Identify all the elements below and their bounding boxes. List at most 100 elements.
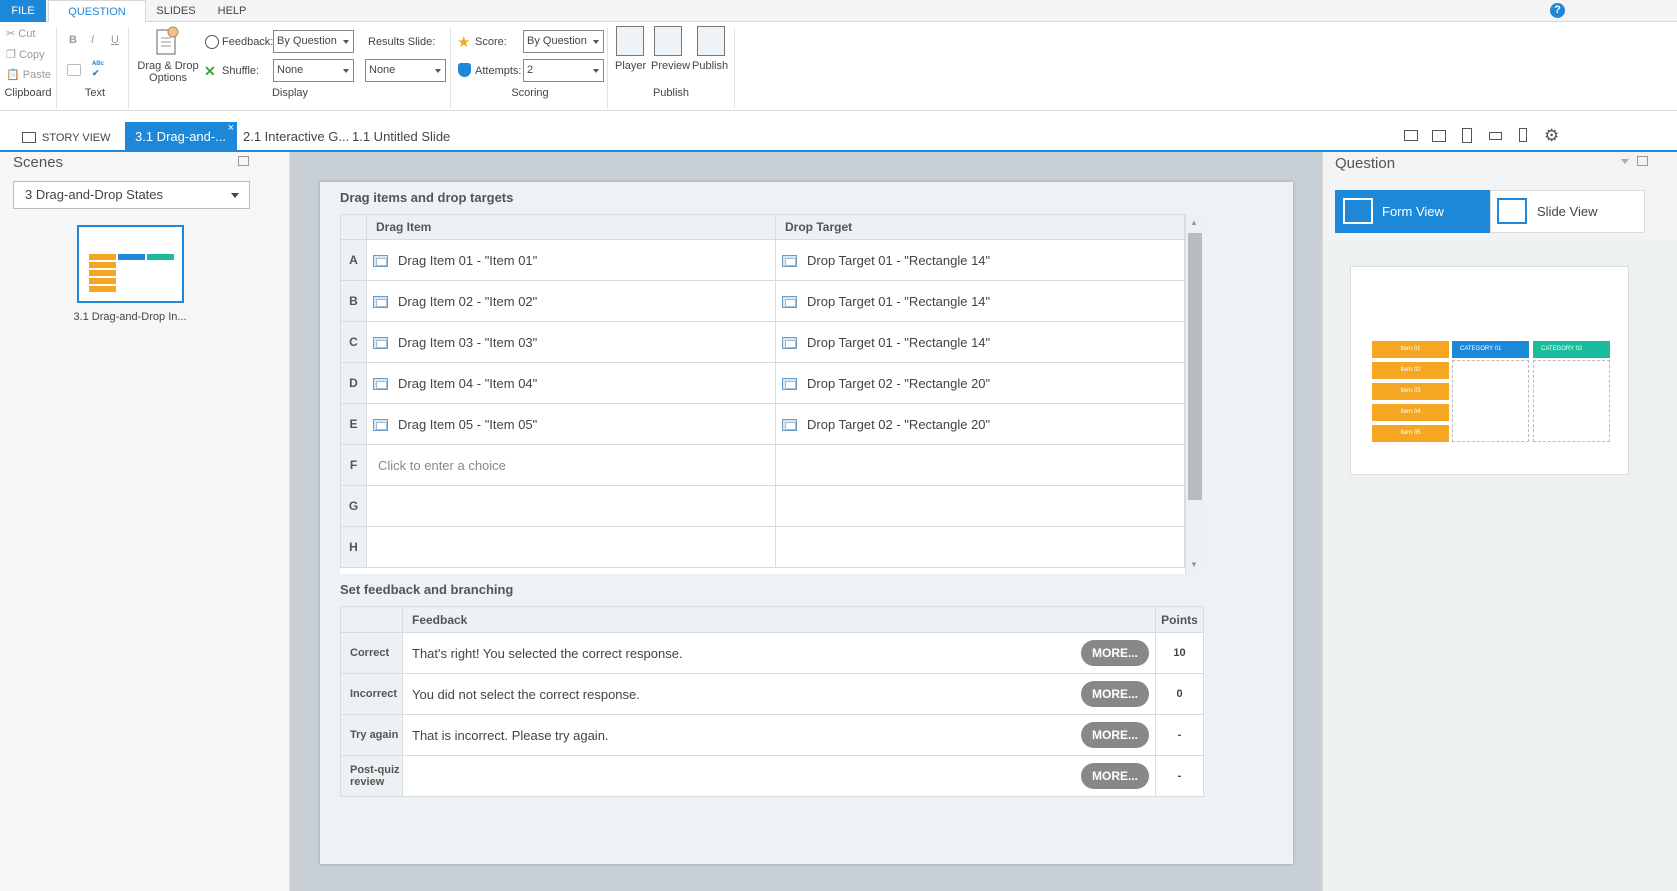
score-dropdown[interactable]: By Question [523, 30, 604, 53]
slide-preview[interactable]: Item 01 Item 02 Item 03 Item 04 Item 05 … [1350, 266, 1629, 475]
player-button[interactable]: Player [615, 60, 646, 72]
slide-object-icon [373, 378, 388, 391]
help-icon[interactable]: ? [1550, 3, 1565, 18]
more-button[interactable]: MORE... [1081, 681, 1149, 707]
menu-question[interactable]: QUESTION [48, 0, 146, 23]
table-row[interactable]: E Drag Item 05 - "Item 05" Drop Target 0… [340, 403, 1185, 445]
more-button[interactable]: MORE... [1081, 722, 1149, 748]
tab-slide-2-1[interactable]: 2.1 Interactive G... [243, 122, 349, 152]
table-row[interactable]: Incorrect You did not select the correct… [340, 673, 1204, 715]
tablet-portrait-icon[interactable] [1462, 128, 1472, 143]
drop-target-cell[interactable]: Drop Target 02 - "Rectangle 20" [775, 362, 1185, 404]
table-row[interactable]: Post-quiz review MORE... - [340, 755, 1204, 797]
points-cell[interactable]: 0 [1155, 673, 1204, 715]
row-letter: A [340, 239, 367, 281]
drop-target-cell[interactable]: Drop Target 01 - "Rectangle 14" [775, 321, 1185, 363]
points-cell[interactable]: - [1155, 714, 1204, 756]
drop-target-cell[interactable]: Drop Target 01 - "Rectangle 14" [775, 280, 1185, 322]
drag-item-cell[interactable]: Drag Item 04 - "Item 04" [366, 362, 776, 404]
drag-drop-options-icon[interactable] [153, 26, 181, 58]
table-row[interactable]: A Drag Item 01 - "Item 01" Drop Target 0… [340, 239, 1185, 281]
slide-object-icon [373, 255, 388, 268]
table-row[interactable]: C Drag Item 03 - "Item 03" Drop Target 0… [340, 321, 1185, 363]
results-slide-label: Results Slide: [368, 36, 436, 48]
drop-target-cell[interactable]: Drop Target 02 - "Rectangle 20" [775, 403, 1185, 445]
feedback-dropdown[interactable]: By Question [273, 30, 354, 53]
close-icon[interactable]: × [228, 113, 234, 143]
restore-panel-icon[interactable] [1637, 156, 1648, 166]
tab-slide-3-1[interactable]: 3.1 Drag-and-... × [125, 122, 237, 152]
row-letter: G [340, 485, 367, 527]
publish-icon[interactable] [697, 26, 725, 56]
drop-target-cell[interactable] [775, 526, 1185, 568]
preview-icon[interactable] [654, 26, 682, 56]
drop-target-cell[interactable] [775, 444, 1185, 486]
points-cell[interactable]: - [1155, 755, 1204, 797]
preview-drop-zone [1452, 360, 1529, 442]
drag-drop-grid: Drag Item Drop Target A Drag Item 01 - "… [340, 214, 1185, 568]
scrollbar-thumb[interactable] [1188, 233, 1202, 500]
table-row[interactable]: F Click to enter a choice [340, 444, 1185, 486]
gear-icon[interactable]: ⚙ [1544, 126, 1559, 146]
preview-item: Item 05 [1372, 425, 1449, 442]
bold-button[interactable]: B [69, 34, 77, 46]
table-row[interactable]: Correct That's right! You selected the c… [340, 632, 1204, 674]
points-cell[interactable]: 10 [1155, 632, 1204, 674]
drag-item-cell[interactable]: Drag Item 05 - "Item 05" [366, 403, 776, 445]
table-row[interactable]: B Drag Item 02 - "Item 02" Drop Target 0… [340, 280, 1185, 322]
drag-item-cell[interactable] [366, 526, 776, 568]
table-row[interactable]: D Drag Item 04 - "Item 04" Drop Target 0… [340, 362, 1185, 404]
table-row[interactable]: Try again That is incorrect. Please try … [340, 714, 1204, 756]
preview-button[interactable]: Preview [651, 60, 690, 72]
scroll-down-icon[interactable]: ▼ [1190, 560, 1198, 569]
col-drag-item: Drag Item [366, 214, 776, 240]
menu-help[interactable]: HELP [210, 0, 254, 22]
new-choice-input[interactable]: Click to enter a choice [366, 444, 776, 486]
restore-panel-icon[interactable] [238, 156, 249, 166]
slide-view-button[interactable]: Slide View [1490, 190, 1645, 233]
scroll-up-icon[interactable]: ▲ [1190, 218, 1198, 227]
desktop-view-icon[interactable] [1404, 130, 1418, 141]
drop-target-cell[interactable]: Drop Target 01 - "Rectangle 14" [775, 239, 1185, 281]
paste-button[interactable]: 📋 Paste [6, 68, 51, 81]
phone-portrait-icon[interactable] [1519, 128, 1527, 142]
tablet-landscape-icon[interactable] [1432, 130, 1446, 142]
cut-button[interactable]: ✂ Cut [6, 27, 35, 40]
row-letter: D [340, 362, 367, 404]
feedback-text-cell[interactable]: That's right! You selected the correct r… [402, 632, 1156, 674]
chevron-down-icon[interactable] [1621, 159, 1629, 164]
tab-story-view[interactable]: STORY VIEW [22, 122, 110, 152]
slide-thumbnail[interactable] [77, 225, 184, 303]
drag-item-cell[interactable]: Drag Item 03 - "Item 03" [366, 321, 776, 363]
drag-item-cell[interactable]: Drag Item 01 - "Item 01" [366, 239, 776, 281]
format-painter-icon[interactable] [67, 64, 81, 76]
drag-item-cell[interactable]: Drag Item 02 - "Item 02" [366, 280, 776, 322]
feedback-text-cell[interactable]: MORE... [402, 755, 1156, 797]
results-slide-dropdown[interactable]: None [365, 59, 446, 82]
drag-section-title: Drag items and drop targets [340, 190, 514, 205]
phone-landscape-icon[interactable] [1489, 132, 1502, 140]
menu-file[interactable]: FILE [0, 0, 46, 22]
scrollbar[interactable]: ▲ ▼ [1185, 214, 1204, 574]
more-button[interactable]: MORE... [1081, 640, 1149, 666]
table-row[interactable]: H [340, 526, 1185, 568]
copy-button[interactable]: ❐ Copy [6, 48, 45, 61]
underline-button[interactable]: U [111, 34, 119, 46]
feedback-text-cell[interactable]: You did not select the correct response.… [402, 673, 1156, 715]
shuffle-dropdown[interactable]: None [273, 59, 354, 82]
attempts-dropdown[interactable]: 2 [523, 59, 604, 82]
form-view-button[interactable]: Form View [1335, 190, 1490, 233]
publish-button[interactable]: Publish [692, 60, 728, 72]
drag-drop-options-button[interactable]: Drag & Drop Options [136, 60, 200, 84]
table-row[interactable]: G [340, 485, 1185, 527]
drag-item-cell[interactable] [366, 485, 776, 527]
more-button[interactable]: MORE... [1081, 763, 1149, 789]
player-icon[interactable] [616, 26, 644, 56]
spellcheck-icon[interactable]: ᴬᴮᶜ ✔ [92, 60, 104, 78]
italic-button[interactable]: I [91, 34, 94, 46]
drop-target-cell[interactable] [775, 485, 1185, 527]
tab-slide-1-1[interactable]: 1.1 Untitled Slide [352, 122, 450, 152]
menu-slides[interactable]: SLIDES [150, 0, 202, 22]
feedback-text-cell[interactable]: That is incorrect. Please try again. MORE… [402, 714, 1156, 756]
scene-dropdown[interactable]: 3 Drag-and-Drop States [13, 181, 250, 209]
